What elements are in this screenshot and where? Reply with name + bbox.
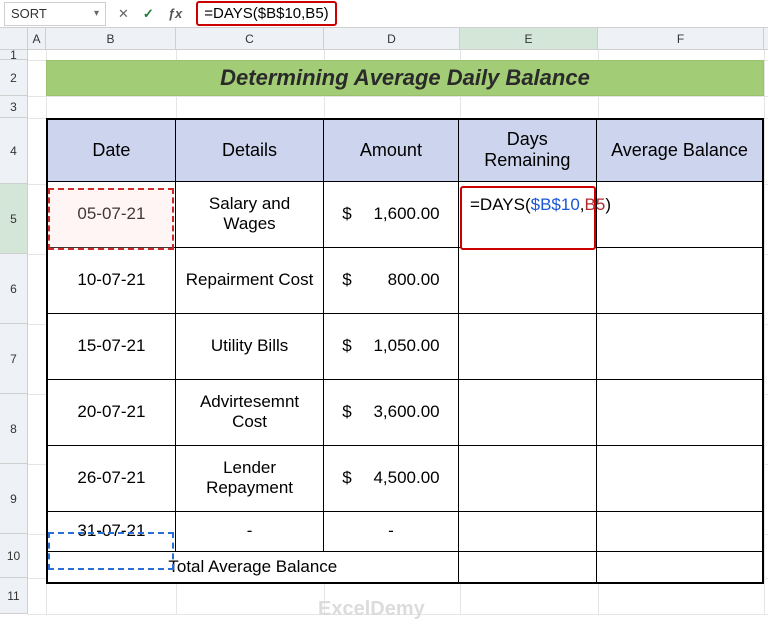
formula-input[interactable]: =DAYS($B$10,B5) bbox=[194, 1, 768, 26]
table-row: 10-07-21 Repairment Cost $800.00 bbox=[47, 247, 763, 313]
total-label[interactable]: Total Average Balance bbox=[47, 551, 458, 583]
cell-details[interactable]: Salary and Wages bbox=[175, 181, 323, 247]
cell-grid[interactable]: Determining Average Daily Balance Date D… bbox=[28, 50, 768, 614]
fx-icon[interactable]: ƒx bbox=[168, 6, 182, 21]
chevron-down-icon[interactable]: ▾ bbox=[94, 8, 99, 19]
row-header-2[interactable]: 2 bbox=[0, 60, 28, 96]
cell-avg[interactable] bbox=[597, 511, 764, 551]
col-header-f[interactable]: F bbox=[598, 28, 764, 49]
cell-amount[interactable]: $4,500.00 bbox=[324, 445, 458, 511]
cell-days[interactable] bbox=[458, 551, 596, 583]
cell-days[interactable] bbox=[458, 247, 596, 313]
formula-bar: SORT ▾ ✕ ✓ ƒx =DAYS($B$10,B5) bbox=[0, 0, 768, 28]
cell-date[interactable]: 05-07-21 bbox=[47, 181, 175, 247]
table-row: 15-07-21 Utility Bills $1,050.00 bbox=[47, 313, 763, 379]
cell-avg[interactable] bbox=[597, 551, 764, 583]
name-box-value: SORT bbox=[11, 6, 94, 21]
cell-avg[interactable] bbox=[597, 313, 764, 379]
cell-date[interactable]: 15-07-21 bbox=[47, 313, 175, 379]
col-header-b[interactable]: B bbox=[46, 28, 176, 49]
balance-table: Date Details Amount Days Remaining Avera… bbox=[46, 118, 764, 584]
header-details[interactable]: Details bbox=[175, 119, 323, 181]
column-headers: A B C D E F bbox=[0, 28, 768, 50]
row-header-1[interactable]: 1 bbox=[0, 50, 28, 60]
row-header-7[interactable]: 7 bbox=[0, 324, 28, 394]
header-row: Date Details Amount Days Remaining Avera… bbox=[47, 119, 763, 181]
cell-avg[interactable] bbox=[597, 445, 764, 511]
cell-avg[interactable] bbox=[597, 379, 764, 445]
cell-date[interactable]: 10-07-21 bbox=[47, 247, 175, 313]
cancel-icon[interactable]: ✕ bbox=[118, 6, 129, 22]
confirm-icon[interactable]: ✓ bbox=[143, 6, 154, 22]
cell-amount[interactable]: $800.00 bbox=[324, 247, 458, 313]
row-header-4[interactable]: 4 bbox=[0, 118, 28, 184]
cell-days[interactable] bbox=[458, 313, 596, 379]
cell-amount[interactable]: $3,600.00 bbox=[324, 379, 458, 445]
cell-details[interactable]: Lender Repayment bbox=[175, 445, 323, 511]
cell-amount[interactable]: $1,600.00 bbox=[324, 181, 458, 247]
select-all-corner[interactable] bbox=[0, 28, 28, 49]
row-header-8[interactable]: 8 bbox=[0, 394, 28, 464]
table-row: 31-07-21 - - bbox=[47, 511, 763, 551]
name-box[interactable]: SORT ▾ bbox=[4, 2, 106, 26]
formula-ref1: $B$10 bbox=[531, 195, 580, 214]
col-header-c[interactable]: C bbox=[176, 28, 324, 49]
cell-days[interactable] bbox=[458, 511, 596, 551]
row-header-3[interactable]: 3 bbox=[0, 96, 28, 118]
total-row: Total Average Balance bbox=[47, 551, 763, 583]
col-header-e[interactable]: E bbox=[460, 28, 598, 49]
cell-days[interactable] bbox=[458, 379, 596, 445]
row-header-6[interactable]: 6 bbox=[0, 254, 28, 324]
formula-prefix: =DAYS( bbox=[470, 195, 531, 214]
table-row: 20-07-21 Advirtesemnt Cost $3,600.00 bbox=[47, 379, 763, 445]
cell-avg[interactable] bbox=[597, 247, 764, 313]
cell-details[interactable]: Utility Bills bbox=[175, 313, 323, 379]
row-header-11[interactable]: 11 bbox=[0, 578, 28, 614]
cell-amount[interactable]: $1,050.00 bbox=[324, 313, 458, 379]
watermark: ExcelDemy bbox=[318, 598, 425, 621]
active-cell-e5[interactable]: =DAYS($B$10,B5) bbox=[460, 186, 596, 250]
table-row: 05-07-21 Salary and Wages $1,600.00 bbox=[47, 181, 763, 247]
col-header-a[interactable]: A bbox=[28, 28, 46, 49]
formula-bar-actions: ✕ ✓ ƒx bbox=[106, 6, 194, 22]
formula-suffix: ) bbox=[605, 195, 611, 214]
formula-ref2: B5 bbox=[585, 195, 606, 214]
row-header-10[interactable]: 10 bbox=[0, 534, 28, 578]
cell-details[interactable]: - bbox=[175, 511, 323, 551]
row-header-5[interactable]: 5 bbox=[0, 184, 28, 254]
cell-date[interactable]: 20-07-21 bbox=[47, 379, 175, 445]
header-amount[interactable]: Amount bbox=[324, 119, 458, 181]
table-row: 26-07-21 Lender Repayment $4,500.00 bbox=[47, 445, 763, 511]
row-headers: 1 2 3 4 5 6 7 8 9 10 11 bbox=[0, 50, 28, 614]
page-title: Determining Average Daily Balance bbox=[46, 60, 764, 96]
cell-amount[interactable]: - bbox=[324, 511, 458, 551]
col-header-d[interactable]: D bbox=[324, 28, 460, 49]
header-avg[interactable]: Average Balance bbox=[597, 119, 764, 181]
cell-date[interactable]: 26-07-21 bbox=[47, 445, 175, 511]
header-days[interactable]: Days Remaining bbox=[458, 119, 596, 181]
header-date[interactable]: Date bbox=[47, 119, 175, 181]
cell-details[interactable]: Repairment Cost bbox=[175, 247, 323, 313]
formula-text: =DAYS($B$10,B5) bbox=[196, 1, 336, 26]
row-header-9[interactable]: 9 bbox=[0, 464, 28, 534]
cell-avg[interactable] bbox=[597, 181, 764, 247]
cell-date[interactable]: 31-07-21 bbox=[47, 511, 175, 551]
cell-days[interactable] bbox=[458, 445, 596, 511]
cell-details[interactable]: Advirtesemnt Cost bbox=[175, 379, 323, 445]
